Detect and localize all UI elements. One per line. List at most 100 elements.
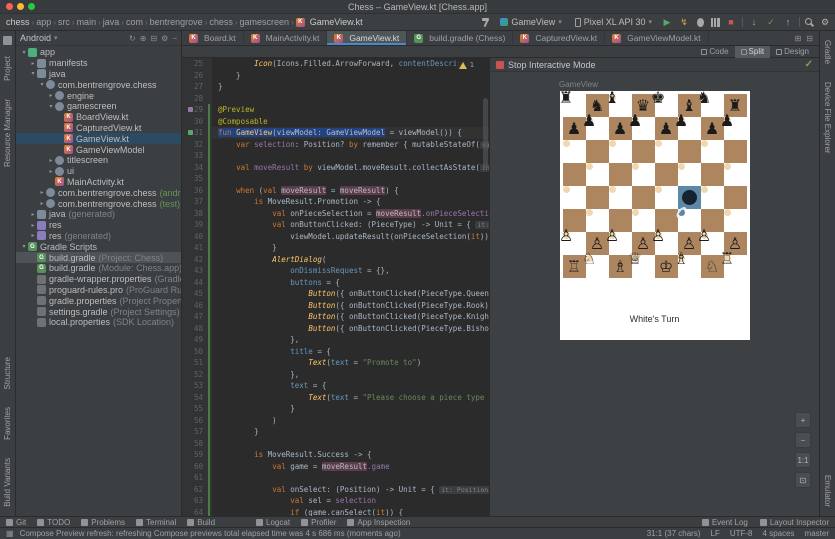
tool-window-button-event-log[interactable]: Event Log xyxy=(702,518,748,527)
breadcrumb-item[interactable]: src xyxy=(56,17,72,27)
code-line[interactable]: 52 }, xyxy=(182,369,489,381)
line-number[interactable]: 26 xyxy=(182,70,208,82)
build-icon[interactable] xyxy=(481,17,491,27)
board-square[interactable] xyxy=(678,163,685,170)
tool-window-button-todo[interactable]: TODO xyxy=(37,518,70,527)
board-square[interactable] xyxy=(724,186,747,209)
tree-item[interactable]: ▸ui xyxy=(16,166,181,177)
tree-expand-icon[interactable]: ▸ xyxy=(29,60,37,67)
tree-expand-icon[interactable]: ▸ xyxy=(47,157,55,164)
project-view-selector[interactable]: Android xyxy=(20,33,51,43)
line-number[interactable]: 28 xyxy=(182,93,208,105)
collapse-all-icon[interactable]: ⊟ xyxy=(150,34,157,43)
search-everywhere-icon[interactable] xyxy=(805,18,814,27)
code-editor[interactable]: 25 Icon(Icons.Filled.ArrowForward, conte… xyxy=(182,58,489,516)
tree-item[interactable]: ▾GGradle Scripts xyxy=(16,241,181,252)
code-line[interactable]: 30@Composable xyxy=(182,116,489,128)
board-square[interactable] xyxy=(563,186,570,193)
line-number[interactable]: 36 xyxy=(182,185,208,197)
tool-window-button-layout-inspector[interactable]: Layout Inspector xyxy=(760,518,829,527)
editor-tab[interactable]: KCapturedView.kt xyxy=(513,31,605,45)
board-square[interactable] xyxy=(632,209,639,216)
tree-expand-icon[interactable]: ▾ xyxy=(29,70,37,77)
line-number[interactable]: 31 xyxy=(182,127,208,139)
board-square[interactable]: ♟ xyxy=(724,117,731,124)
tool-window-button-terminal[interactable]: Terminal xyxy=(136,518,176,527)
tree-item[interactable]: KBoardView.kt xyxy=(16,112,181,123)
board-square[interactable] xyxy=(609,140,616,147)
code-line[interactable]: 59 is MoveResult.Success -> { xyxy=(182,449,489,461)
tree-expand-icon[interactable]: ▾ xyxy=(20,49,28,56)
line-number[interactable]: 59 xyxy=(182,449,208,461)
code-line[interactable]: 55 } xyxy=(182,403,489,415)
board-square[interactable]: ♖ xyxy=(724,255,731,262)
tree-expand-icon[interactable]: ▸ xyxy=(29,232,37,239)
zoom-fit-button[interactable]: ⊡ xyxy=(795,472,811,488)
board-square[interactable] xyxy=(586,163,593,170)
gutter-icon[interactable] xyxy=(188,130,193,135)
board-square[interactable]: ♞ xyxy=(701,94,708,101)
tree-item[interactable]: gradle-wrapper.properties(Gradle Version… xyxy=(16,274,181,285)
editor-scrollbar[interactable] xyxy=(483,98,488,168)
debug-icon[interactable] xyxy=(697,18,704,27)
board-square[interactable]: ♟ xyxy=(586,117,593,124)
run-button[interactable]: ▶ xyxy=(661,17,673,28)
line-number[interactable]: 40 xyxy=(182,231,208,243)
zoom-in-button[interactable]: + xyxy=(795,412,811,428)
tree-item[interactable]: ▸res(generated) xyxy=(16,231,181,242)
code-line[interactable]: 40 viewModel.updateResult(onPieceSelecti… xyxy=(182,231,489,243)
line-number[interactable]: 64 xyxy=(182,507,208,517)
line-number[interactable]: 50 xyxy=(182,346,208,358)
tree-expand-icon[interactable]: ▸ xyxy=(29,222,37,229)
code-line[interactable]: 44 buttons = { xyxy=(182,277,489,289)
tree-item[interactable]: ▸java(generated) xyxy=(16,209,181,220)
breadcrumb-item[interactable]: chess xyxy=(207,17,235,27)
stop-button[interactable]: ■ xyxy=(725,17,737,27)
tool-stripe-device-file-explorer[interactable]: Device File Explorer xyxy=(823,82,832,154)
code-line[interactable]: 57 } xyxy=(182,426,489,438)
chess-board[interactable]: ♜♞♝♛♚♝♞♜♟♟♟♟♟♟♟♟♙♙♙♙♙♙♙♙♖♘♗♕♔♗♘♖ xyxy=(563,94,747,278)
breadcrumb-item[interactable]: app xyxy=(34,17,53,27)
gear-icon[interactable]: ⚙ xyxy=(161,34,168,43)
code-line[interactable]: 60 val game = moveResult.game xyxy=(182,461,489,473)
board-square[interactable] xyxy=(655,186,662,193)
tool-stripe-resource-manager[interactable]: Resource Manager xyxy=(3,99,12,167)
code-line[interactable]: 45 Button({ onButtonClicked(PieceType.Qu… xyxy=(182,288,489,300)
line-number[interactable]: 39 xyxy=(182,219,208,231)
editor-tab[interactable]: KBoard.kt xyxy=(182,31,244,45)
mode-split[interactable]: Split xyxy=(735,46,771,58)
tree-item[interactable]: ▾java xyxy=(16,69,181,80)
tree-item[interactable]: KGameViewModel xyxy=(16,144,181,155)
tool-window-button-problems[interactable]: Problems xyxy=(81,518,125,527)
code-line[interactable]: 54 Text(text = "Please choose a piece ty… xyxy=(182,392,489,404)
indent-style[interactable]: 4 spaces xyxy=(763,529,795,538)
board-square[interactable] xyxy=(563,140,570,147)
tree-expand-icon[interactable]: ▾ xyxy=(38,81,46,88)
line-number[interactable]: 33 xyxy=(182,150,208,162)
code-line[interactable]: 62 val onSelect: (Position) -> Unit = { … xyxy=(182,484,489,496)
code-line[interactable]: 36 when (val moveResult = moveResult) { xyxy=(182,185,489,197)
inspections-widget[interactable]: 1 xyxy=(456,60,477,70)
line-number[interactable]: 49 xyxy=(182,334,208,346)
project-stripe-icon[interactable] xyxy=(3,36,12,45)
code-line[interactable]: 64 if (game.canSelect(it)) { xyxy=(182,507,489,517)
profile-icon[interactable] xyxy=(711,18,720,27)
caret-position[interactable]: 31:1 (37 chars) xyxy=(647,529,701,538)
code-line[interactable]: 38 val onPieceSelection = moveResult.onP… xyxy=(182,208,489,220)
code-line[interactable]: 39 val onButtonClicked: (PieceType) -> U… xyxy=(182,219,489,231)
git-commit-button[interactable]: ✓ xyxy=(765,17,777,28)
tree-item[interactable]: Gbuild.gradle(Module: Chess.app) xyxy=(16,263,181,274)
board-square[interactable] xyxy=(655,163,678,186)
tree-expand-icon[interactable]: ▸ xyxy=(38,200,46,207)
code-line[interactable]: 33 xyxy=(182,150,489,162)
zoom-out-button[interactable]: − xyxy=(795,432,811,448)
line-number[interactable]: 51 xyxy=(182,357,208,369)
board-square[interactable] xyxy=(632,163,639,170)
tree-expand-icon[interactable]: ▾ xyxy=(20,243,28,250)
code-line[interactable]: 31fun GameView(viewModel: GameViewModel … xyxy=(182,127,489,139)
tree-item[interactable]: ▸engine xyxy=(16,90,181,101)
code-line[interactable]: 32 var selection: Position? by remember … xyxy=(182,139,489,151)
tool-window-button-logcat[interactable]: Logcat xyxy=(256,518,290,527)
code-line[interactable]: 46 Button({ onButtonClicked(PieceType.Ro… xyxy=(182,300,489,312)
tool-stripe-structure[interactable]: Structure xyxy=(3,357,12,389)
